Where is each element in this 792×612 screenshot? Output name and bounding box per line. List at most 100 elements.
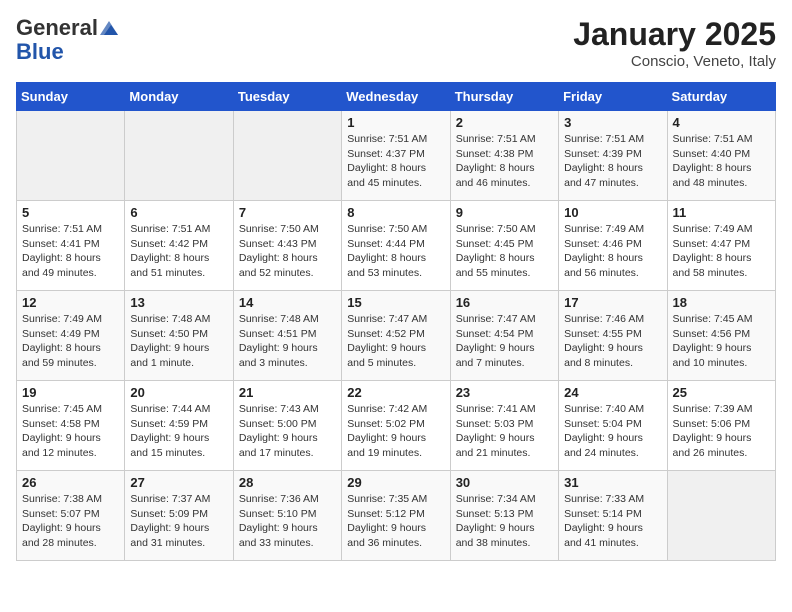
weekday-header-row: SundayMondayTuesdayWednesdayThursdayFrid…: [17, 83, 776, 111]
week-row-2: 5 Sunrise: 7:51 AM Sunset: 4:41 PM Daylig…: [17, 201, 776, 291]
day-number: 4: [673, 115, 770, 130]
day-info: Sunrise: 7:49 AM Sunset: 4:46 PM Dayligh…: [564, 222, 661, 281]
day-number: 27: [130, 475, 227, 490]
day-info: Sunrise: 7:51 AM Sunset: 4:41 PM Dayligh…: [22, 222, 119, 281]
calendar-cell: 14Sunrise: 7:48 AM Sunset: 4:51 PM Dayli…: [233, 291, 341, 381]
calendar-cell: 1 Sunrise: 7:51 AM Sunset: 4:37 PM Daylig…: [342, 111, 450, 201]
day-info: Sunrise: 7:46 AM Sunset: 4:55 PM Dayligh…: [564, 312, 661, 371]
calendar-cell: [233, 111, 341, 201]
day-number: 13: [130, 295, 227, 310]
day-info: Sunrise: 7:51 AM Sunset: 4:38 PM Dayligh…: [456, 132, 553, 191]
calendar-cell: 29Sunrise: 7:35 AM Sunset: 5:12 PM Dayli…: [342, 471, 450, 561]
calendar-cell: 8 Sunrise: 7:50 AM Sunset: 4:44 PM Daylig…: [342, 201, 450, 291]
day-number: 24: [564, 385, 661, 400]
weekday-header-sunday: Sunday: [17, 83, 125, 111]
day-info: Sunrise: 7:37 AM Sunset: 5:09 PM Dayligh…: [130, 492, 227, 551]
calendar-cell: 16 Sunrise: 7:47 AM Sunset: 4:54 PM Dayli…: [450, 291, 558, 381]
day-info: Sunrise: 7:47 AM Sunset: 4:52 PM Dayligh…: [347, 312, 444, 371]
day-info: Sunrise: 7:51 AM Sunset: 4:42 PM Dayligh…: [130, 222, 227, 281]
day-number: 19: [22, 385, 119, 400]
day-number: 5: [22, 205, 119, 220]
day-number: 16: [456, 295, 553, 310]
calendar-cell: 30Sunrise: 7:34 AM Sunset: 5:13 PM Dayli…: [450, 471, 558, 561]
weekday-header-thursday: Thursday: [450, 83, 558, 111]
calendar-cell: 25Sunrise: 7:39 AM Sunset: 5:06 PM Dayli…: [667, 381, 775, 471]
month-title: January 2025: [573, 16, 776, 53]
day-info: Sunrise: 7:44 AM Sunset: 4:59 PM Dayligh…: [130, 402, 227, 461]
calendar-cell: 13Sunrise: 7:48 AM Sunset: 4:50 PM Dayli…: [125, 291, 233, 381]
calendar-cell: 5 Sunrise: 7:51 AM Sunset: 4:41 PM Daylig…: [17, 201, 125, 291]
weekday-header-saturday: Saturday: [667, 83, 775, 111]
day-info: Sunrise: 7:47 AM Sunset: 4:54 PM Dayligh…: [456, 312, 553, 371]
day-info: Sunrise: 7:36 AM Sunset: 5:10 PM Dayligh…: [239, 492, 336, 551]
calendar-table: SundayMondayTuesdayWednesdayThursdayFrid…: [16, 82, 776, 561]
day-info: Sunrise: 7:50 AM Sunset: 4:45 PM Dayligh…: [456, 222, 553, 281]
day-number: 26: [22, 475, 119, 490]
day-info: Sunrise: 7:45 AM Sunset: 4:56 PM Dayligh…: [673, 312, 770, 371]
day-info: Sunrise: 7:50 AM Sunset: 4:43 PM Dayligh…: [239, 222, 336, 281]
calendar-cell: 27 Sunrise: 7:37 AM Sunset: 5:09 PM Dayli…: [125, 471, 233, 561]
calendar-cell: [17, 111, 125, 201]
page-header: General Blue January 2025 Conscio, Venet…: [16, 16, 776, 70]
day-number: 15: [347, 295, 444, 310]
day-info: Sunrise: 7:51 AM Sunset: 4:40 PM Dayligh…: [673, 132, 770, 191]
day-info: Sunrise: 7:49 AM Sunset: 4:49 PM Dayligh…: [22, 312, 119, 371]
day-number: 7: [239, 205, 336, 220]
week-row-3: 12 Sunrise: 7:49 AM Sunset: 4:49 PM Dayli…: [17, 291, 776, 381]
calendar-cell: 21Sunrise: 7:43 AM Sunset: 5:00 PM Dayli…: [233, 381, 341, 471]
day-number: 17: [564, 295, 661, 310]
day-number: 20: [130, 385, 227, 400]
calendar-cell: [667, 471, 775, 561]
calendar-cell: 22 Sunrise: 7:42 AM Sunset: 5:02 PM Dayli…: [342, 381, 450, 471]
day-info: Sunrise: 7:33 AM Sunset: 5:14 PM Dayligh…: [564, 492, 661, 551]
calendar-cell: 6 Sunrise: 7:51 AM Sunset: 4:42 PM Daylig…: [125, 201, 233, 291]
day-info: Sunrise: 7:51 AM Sunset: 4:39 PM Dayligh…: [564, 132, 661, 191]
week-row-4: 19 Sunrise: 7:45 AM Sunset: 4:58 PM Dayli…: [17, 381, 776, 471]
location-title: Conscio, Veneto, Italy: [573, 53, 776, 70]
day-info: Sunrise: 7:34 AM Sunset: 5:13 PM Dayligh…: [456, 492, 553, 551]
calendar-cell: 23Sunrise: 7:41 AM Sunset: 5:03 PM Dayli…: [450, 381, 558, 471]
calendar-cell: 7 Sunrise: 7:50 AM Sunset: 4:43 PM Daylig…: [233, 201, 341, 291]
day-number: 1: [347, 115, 444, 130]
day-number: 9: [456, 205, 553, 220]
day-number: 25: [673, 385, 770, 400]
calendar-cell: [125, 111, 233, 201]
week-row-1: 1 Sunrise: 7:51 AM Sunset: 4:37 PM Daylig…: [17, 111, 776, 201]
calendar-cell: 20 Sunrise: 7:44 AM Sunset: 4:59 PM Dayli…: [125, 381, 233, 471]
calendar-cell: 24 Sunrise: 7:40 AM Sunset: 5:04 PM Dayli…: [559, 381, 667, 471]
day-number: 8: [347, 205, 444, 220]
day-number: 11: [673, 205, 770, 220]
calendar-cell: 28 Sunrise: 7:36 AM Sunset: 5:10 PM Dayli…: [233, 471, 341, 561]
title-block: January 2025 Conscio, Veneto, Italy: [573, 16, 776, 70]
calendar-cell: 2 Sunrise: 7:51 AM Sunset: 4:38 PM Daylig…: [450, 111, 558, 201]
day-number: 22: [347, 385, 444, 400]
day-number: 12: [22, 295, 119, 310]
calendar-cell: 17 Sunrise: 7:46 AM Sunset: 4:55 PM Dayli…: [559, 291, 667, 381]
day-info: Sunrise: 7:51 AM Sunset: 4:37 PM Dayligh…: [347, 132, 444, 191]
weekday-header-tuesday: Tuesday: [233, 83, 341, 111]
day-info: Sunrise: 7:43 AM Sunset: 5:00 PM Dayligh…: [239, 402, 336, 461]
day-info: Sunrise: 7:49 AM Sunset: 4:47 PM Dayligh…: [673, 222, 770, 281]
day-info: Sunrise: 7:48 AM Sunset: 4:51 PM Dayligh…: [239, 312, 336, 371]
weekday-header-friday: Friday: [559, 83, 667, 111]
day-info: Sunrise: 7:40 AM Sunset: 5:04 PM Dayligh…: [564, 402, 661, 461]
day-number: 6: [130, 205, 227, 220]
day-number: 18: [673, 295, 770, 310]
calendar-cell: 9 Sunrise: 7:50 AM Sunset: 4:45 PM Daylig…: [450, 201, 558, 291]
day-info: Sunrise: 7:38 AM Sunset: 5:07 PM Dayligh…: [22, 492, 119, 551]
day-info: Sunrise: 7:50 AM Sunset: 4:44 PM Dayligh…: [347, 222, 444, 281]
day-number: 10: [564, 205, 661, 220]
calendar-cell: 15 Sunrise: 7:47 AM Sunset: 4:52 PM Dayli…: [342, 291, 450, 381]
logo-blue: Blue: [16, 40, 64, 64]
calendar-cell: 3Sunrise: 7:51 AM Sunset: 4:39 PM Daylig…: [559, 111, 667, 201]
calendar-cell: 10 Sunrise: 7:49 AM Sunset: 4:46 PM Dayli…: [559, 201, 667, 291]
day-info: Sunrise: 7:45 AM Sunset: 4:58 PM Dayligh…: [22, 402, 119, 461]
calendar-cell: 4 Sunrise: 7:51 AM Sunset: 4:40 PM Daylig…: [667, 111, 775, 201]
day-number: 2: [456, 115, 553, 130]
logo-icon: [100, 21, 118, 35]
day-number: 23: [456, 385, 553, 400]
day-info: Sunrise: 7:42 AM Sunset: 5:02 PM Dayligh…: [347, 402, 444, 461]
day-number: 28: [239, 475, 336, 490]
calendar-cell: 31Sunrise: 7:33 AM Sunset: 5:14 PM Dayli…: [559, 471, 667, 561]
weekday-header-monday: Monday: [125, 83, 233, 111]
